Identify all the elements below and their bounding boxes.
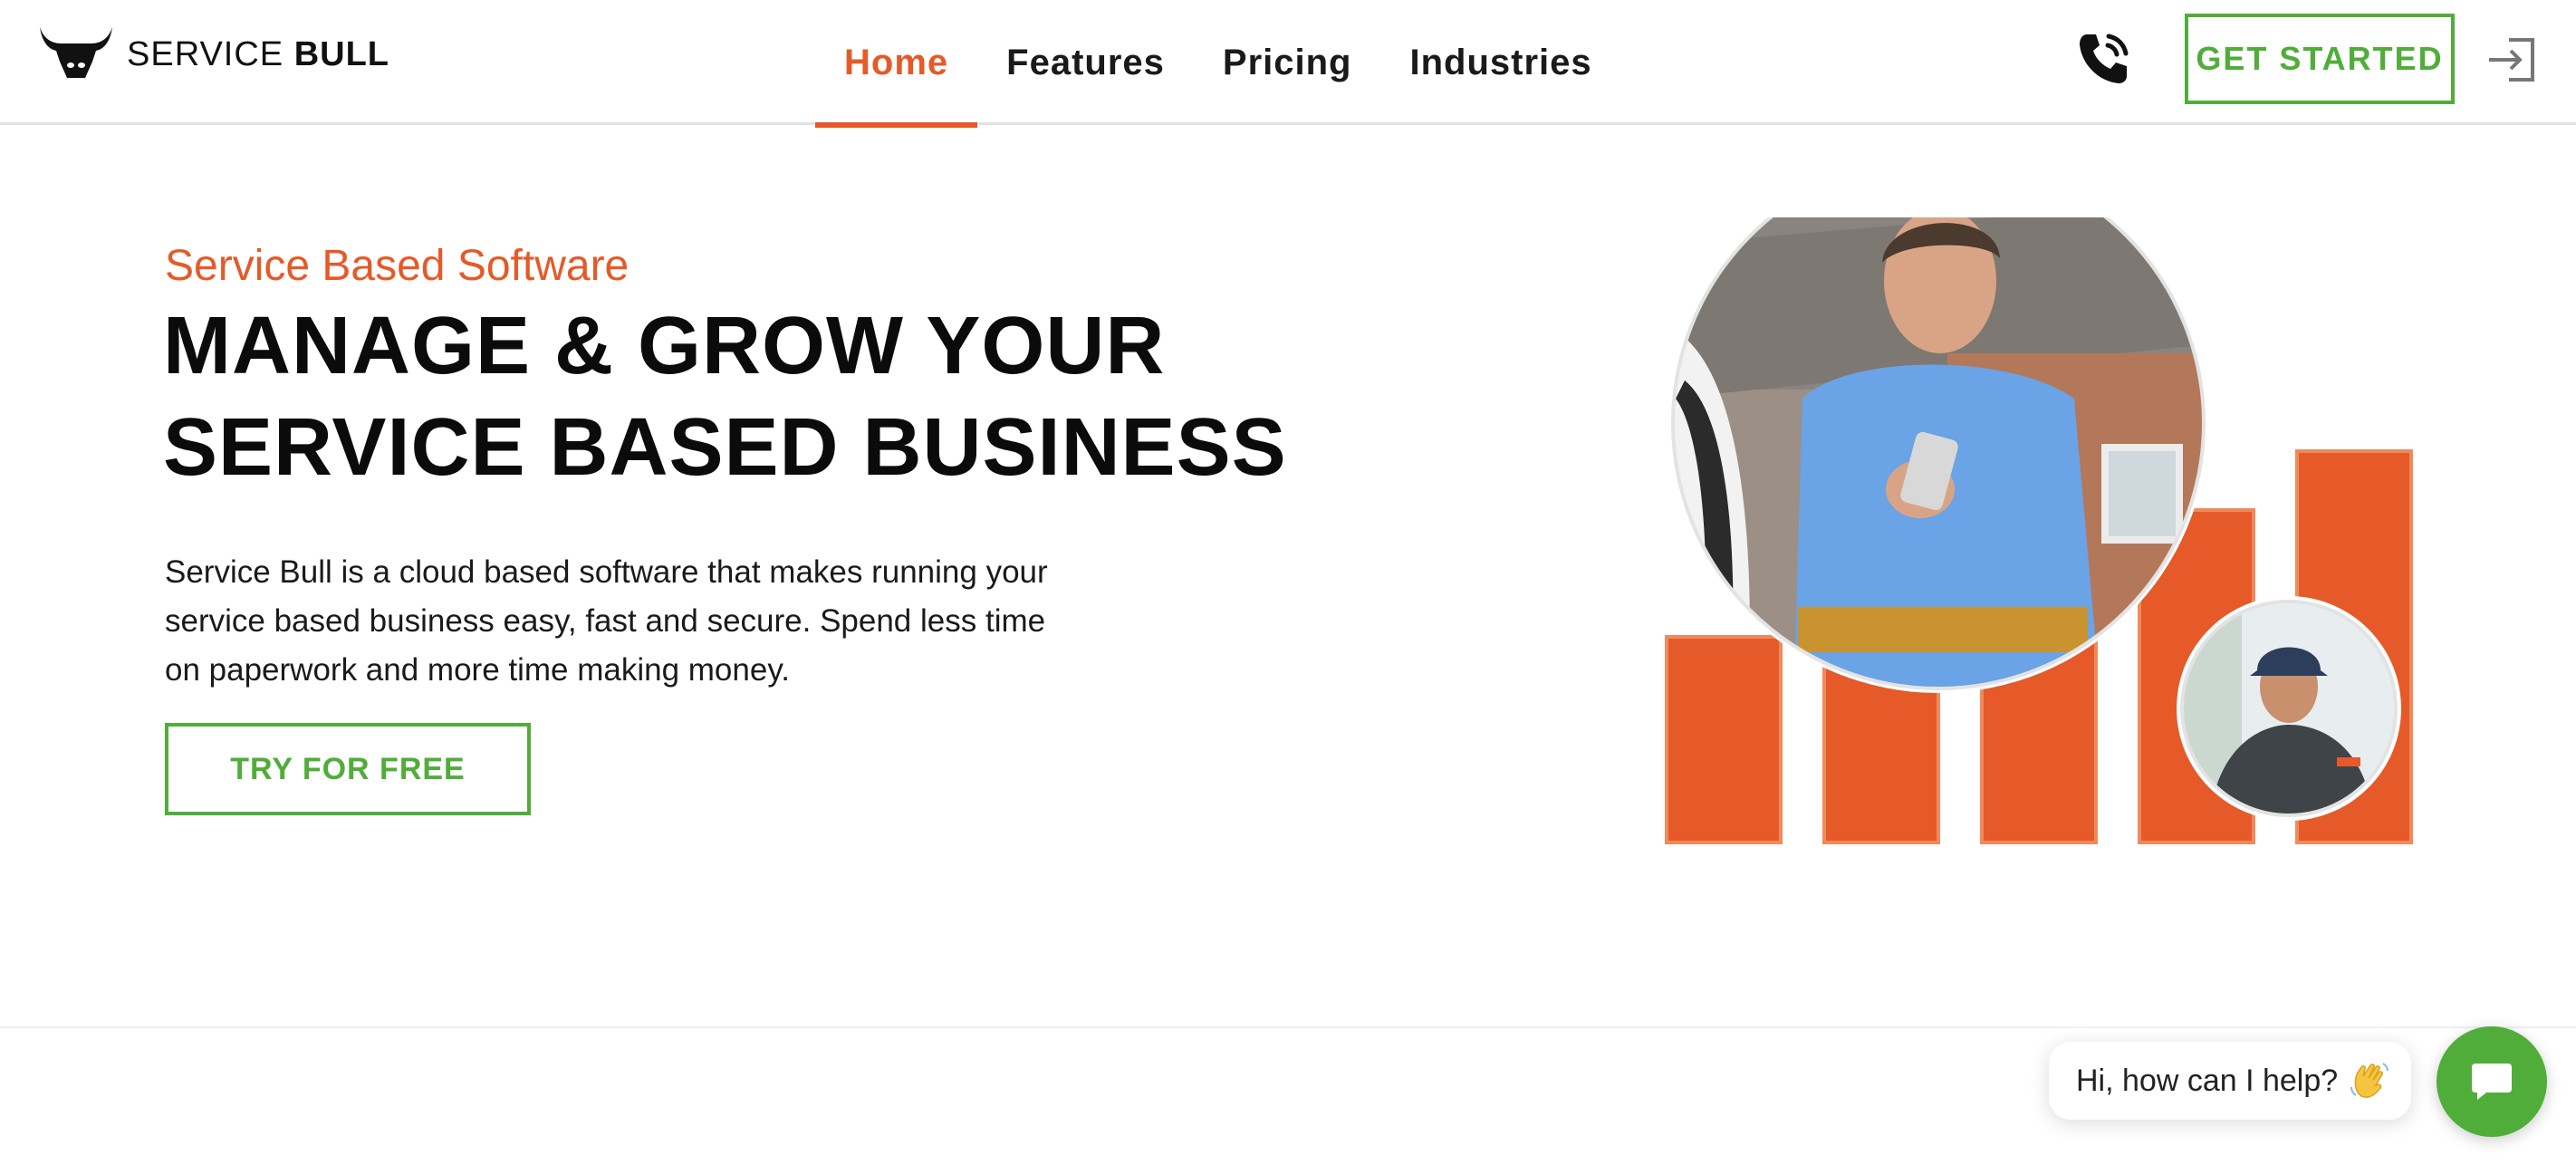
login-icon[interactable] xyxy=(2485,34,2540,85)
site-header: SERVICE BULL Home Features Pricing Indus… xyxy=(0,0,2576,128)
brand-name-bold: BULL xyxy=(293,34,390,73)
brand-name-light: SERVICE xyxy=(127,34,284,73)
bull-head-icon xyxy=(40,27,112,78)
get-started-button[interactable]: GET STARTED xyxy=(2185,14,2455,104)
worker-photo-large xyxy=(1668,217,2208,693)
chat-greeting-bubble[interactable]: Hi, how can I help? xyxy=(2049,1042,2411,1120)
nav-industries[interactable]: Industries xyxy=(1380,0,1620,125)
brand-name: SERVICE BULL xyxy=(127,35,389,74)
hero-eyebrow: Service Based Software xyxy=(165,242,630,290)
nav-pricing[interactable]: Pricing xyxy=(1194,0,1381,125)
chat-bubble-icon xyxy=(2472,1064,2512,1100)
growth-bar-1 xyxy=(1665,635,1783,844)
hero-illustration: GROWTH xyxy=(1665,217,2413,844)
waving-hand-icon xyxy=(2350,1063,2389,1099)
try-for-free-button[interactable]: TRY FOR FREE xyxy=(165,723,531,815)
chat-launcher-button[interactable] xyxy=(2437,1026,2547,1137)
brand-logo[interactable]: SERVICE BULL xyxy=(38,25,389,83)
chat-greeting-text: Hi, how can I help? xyxy=(2076,1063,2339,1098)
main-nav: Home Features Pricing Industries xyxy=(815,0,1621,128)
nav-home[interactable]: Home xyxy=(815,0,978,128)
section-divider xyxy=(0,1026,2576,1028)
hero-headline-line-2: SERVICE BASED BUSINESS xyxy=(163,402,1287,493)
phone-icon[interactable] xyxy=(2074,29,2134,89)
nav-features[interactable]: Features xyxy=(977,0,1194,125)
hero-description: Service Bull is a cloud based software t… xyxy=(165,554,1048,688)
hero-headline-line-1: MANAGE & GROW YOUR xyxy=(163,301,1166,391)
growth-bar-label: GROWTH xyxy=(2313,380,2396,400)
hero-headline: MANAGE & GROW YOUR SERVICE BASED BUSINES… xyxy=(163,295,1341,498)
